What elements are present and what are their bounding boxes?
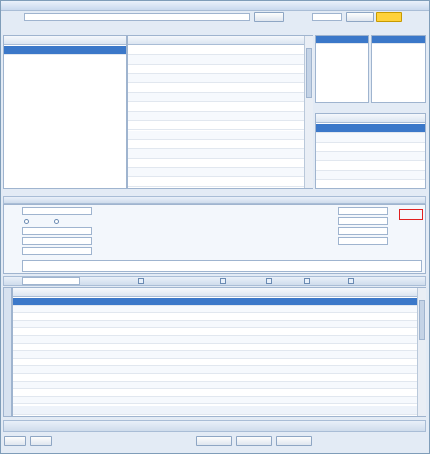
- cancel-button[interactable]: [30, 436, 52, 446]
- form-header-panel: [3, 204, 426, 274]
- detail-toolbar: [3, 276, 426, 286]
- mapping-row[interactable]: [316, 162, 425, 171]
- product-row[interactable]: [128, 93, 304, 103]
- product-row[interactable]: [128, 46, 304, 56]
- product-grid-scrollbar[interactable]: [304, 36, 313, 188]
- detail-row[interactable]: [13, 351, 417, 359]
- doc-status-field[interactable]: [338, 237, 388, 245]
- mapping-row[interactable]: [316, 143, 425, 152]
- file-path-field[interactable]: [24, 13, 250, 21]
- audit-date-field[interactable]: [338, 227, 388, 235]
- supplier-field[interactable]: [22, 207, 92, 215]
- product-row[interactable]: [128, 178, 304, 187]
- footer-info-bar: [3, 420, 426, 432]
- import-grid-header: [4, 36, 126, 45]
- audit-stamp: [399, 209, 423, 220]
- remark-field[interactable]: [22, 260, 422, 272]
- locate-icon[interactable]: [266, 278, 272, 284]
- detail-row[interactable]: [13, 381, 417, 390]
- product-row[interactable]: [128, 65, 304, 74]
- detail-row[interactable]: [13, 366, 417, 374]
- product-row[interactable]: [128, 159, 304, 168]
- product-grid-header: [128, 36, 304, 45]
- select-icon[interactable]: [220, 278, 226, 284]
- batch-import-button[interactable]: [236, 436, 272, 446]
- missing-field-selected[interactable]: [372, 36, 425, 44]
- sheet-value: [313, 15, 315, 20]
- confirm-button[interactable]: [4, 436, 26, 446]
- biz-date-field[interactable]: [338, 217, 388, 225]
- import-data-grid[interactable]: [3, 35, 127, 189]
- report-icon[interactable]: [348, 278, 354, 284]
- radio-button[interactable]: [54, 219, 59, 224]
- detail-grid-header: [13, 288, 417, 297]
- contact-field[interactable]: [22, 247, 92, 255]
- mapping-row[interactable]: [316, 124, 425, 134]
- mapping-row[interactable]: [316, 171, 425, 181]
- warehouse-field[interactable]: [22, 227, 92, 235]
- detail-row[interactable]: [13, 305, 417, 314]
- scroll-thumb[interactable]: [306, 48, 312, 98]
- mapping-header: [316, 114, 425, 123]
- detail-row[interactable]: [13, 336, 417, 344]
- product-row[interactable]: [128, 140, 304, 150]
- form-tab-strip: [3, 196, 426, 204]
- mapping-row[interactable]: [316, 152, 425, 162]
- detail-row[interactable]: [13, 396, 417, 405]
- detail-row[interactable]: [13, 328, 417, 336]
- purchase-detail-grid[interactable]: [12, 287, 426, 417]
- product-row[interactable]: [128, 102, 304, 112]
- detail-grid-scrollbar[interactable]: [417, 288, 426, 416]
- file-path-text: [25, 15, 27, 20]
- detail-row[interactable]: [13, 320, 417, 329]
- detail-row[interactable]: [13, 313, 417, 321]
- import-button[interactable]: [196, 436, 232, 446]
- missing-fields-list[interactable]: [371, 35, 426, 103]
- title-bar: [1, 1, 429, 11]
- field-mapping-grid[interactable]: [315, 113, 426, 189]
- required-field-selected[interactable]: [316, 36, 368, 44]
- detail-row[interactable]: [13, 374, 417, 382]
- product-row[interactable]: [128, 168, 304, 178]
- product-row[interactable]: [128, 121, 304, 131]
- batch-validate-button[interactable]: [276, 436, 312, 446]
- doc-no-field[interactable]: [338, 207, 388, 215]
- detail-row[interactable]: [13, 389, 417, 397]
- total-row: [13, 406, 417, 416]
- open-file-button[interactable]: [254, 12, 284, 22]
- product-row[interactable]: [128, 149, 304, 159]
- mapping-row[interactable]: [316, 133, 425, 143]
- detail-row[interactable]: [13, 359, 417, 367]
- import-row-selected[interactable]: [4, 46, 126, 56]
- product-row[interactable]: [128, 74, 304, 84]
- radio-button[interactable]: [24, 219, 29, 224]
- detail-row[interactable]: [13, 298, 417, 306]
- product-row[interactable]: [128, 55, 304, 65]
- product-row[interactable]: [128, 84, 304, 93]
- product-row[interactable]: [128, 130, 304, 140]
- generate-form-button[interactable]: [376, 12, 402, 22]
- required-fields-list[interactable]: [315, 35, 369, 103]
- scroll-thumb[interactable]: [419, 300, 425, 340]
- validate-data-button[interactable]: [346, 12, 374, 22]
- sheet-select[interactable]: [312, 13, 342, 21]
- barcode-input[interactable]: [22, 277, 80, 285]
- buyer-field[interactable]: [22, 237, 92, 245]
- detail-row[interactable]: [13, 344, 417, 352]
- scan-icon[interactable]: [138, 278, 144, 284]
- tip-icon[interactable]: [304, 278, 310, 284]
- side-tab[interactable]: [3, 287, 12, 417]
- product-row[interactable]: [128, 111, 304, 121]
- product-grid[interactable]: [127, 35, 313, 189]
